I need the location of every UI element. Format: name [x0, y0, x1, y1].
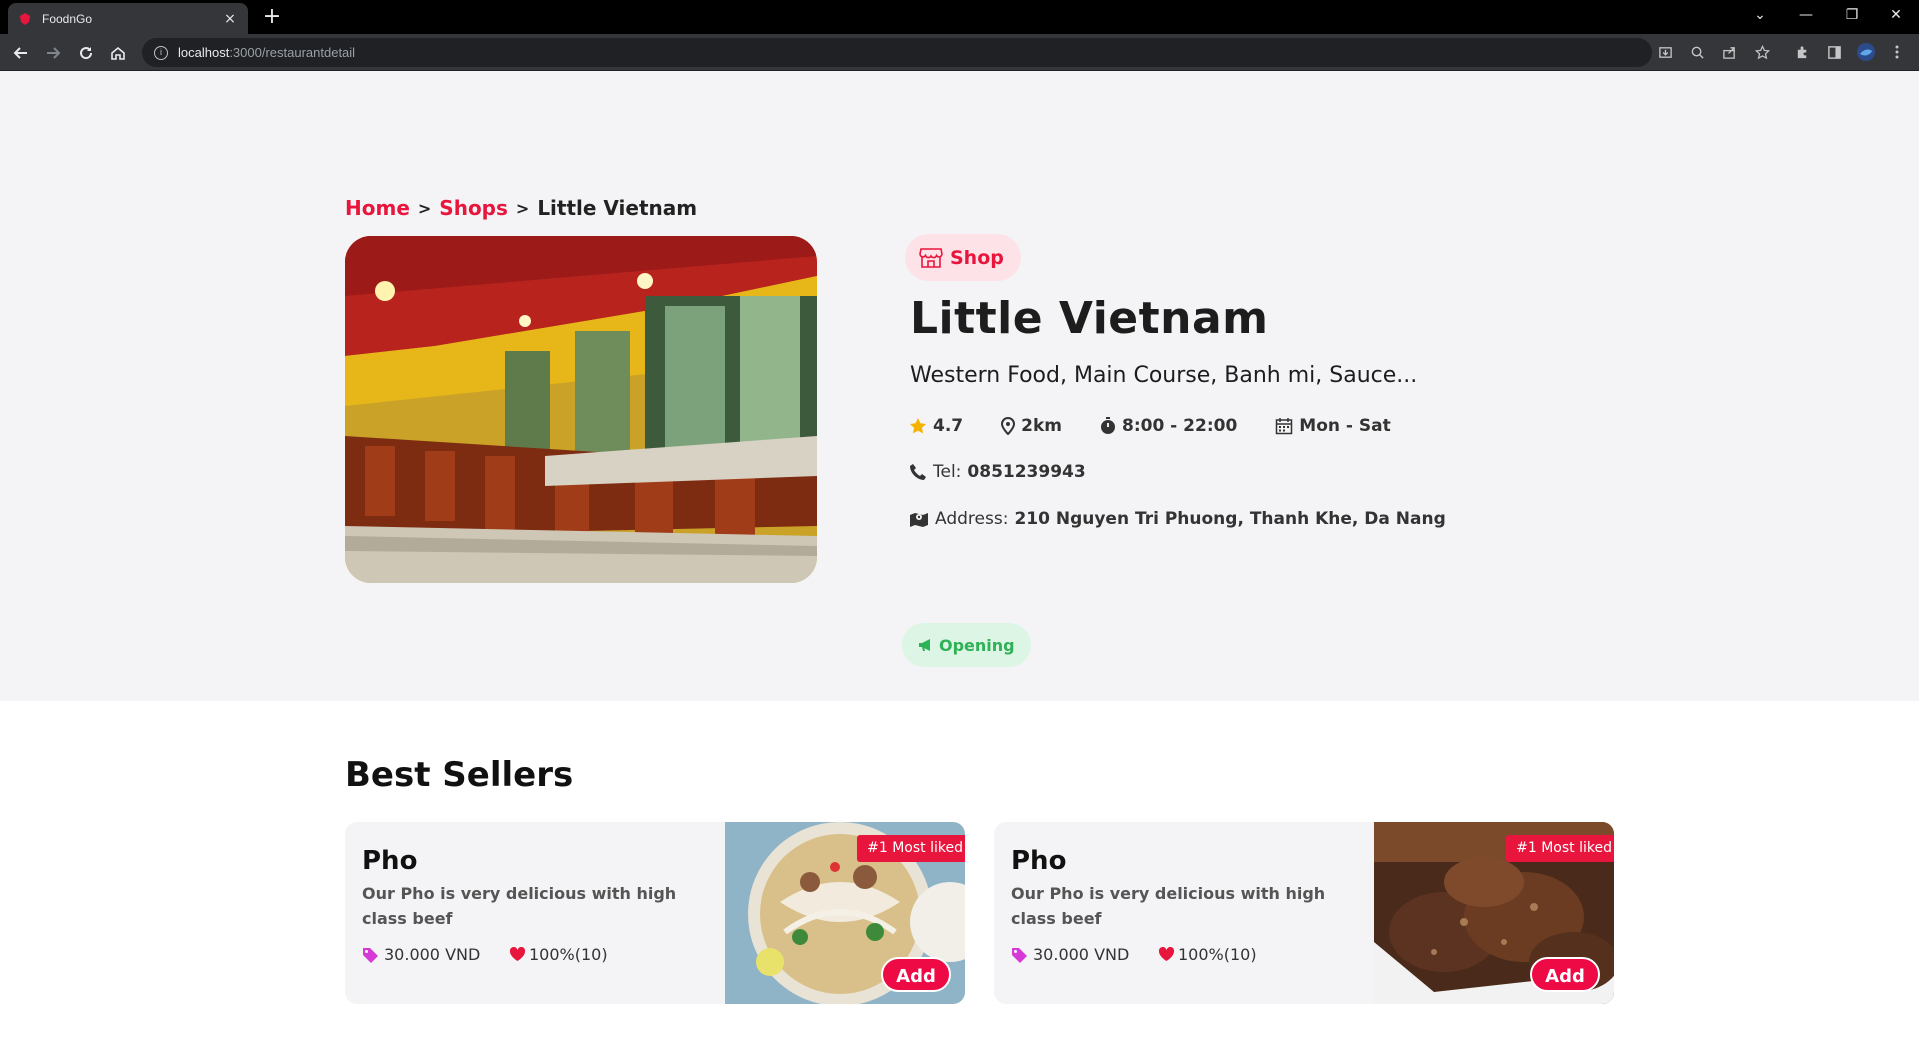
- hours: 8:00 - 22:00: [1100, 416, 1237, 436]
- tab-title: FoodnGo: [42, 11, 93, 26]
- add-to-cart-button[interactable]: Add: [881, 957, 951, 992]
- address-bar[interactable]: i localhost :3000/restaurantdetail: [142, 38, 1652, 67]
- address-value: 210 Nguyen Tri Phuong, Thanh Khe, Da Nan…: [1014, 509, 1446, 529]
- map-icon: [910, 513, 928, 527]
- close-window-button[interactable]: ✕: [1873, 0, 1919, 30]
- minimize-button[interactable]: —: [1783, 0, 1829, 30]
- breadcrumb-separator: >: [417, 198, 432, 218]
- back-icon[interactable]: [9, 41, 33, 65]
- star-icon: [909, 418, 927, 434]
- profile-avatar-icon[interactable]: [1856, 42, 1876, 62]
- status-text: Opening: [939, 635, 1015, 655]
- restaurant-photo: [345, 236, 817, 583]
- product-description: Our Pho is very delicious with high clas…: [1011, 884, 1326, 928]
- browser-tab[interactable]: FoodnGo ×: [8, 3, 248, 34]
- install-icon[interactable]: [1655, 42, 1675, 62]
- share-icon[interactable]: [1719, 42, 1739, 62]
- browser-tabbar: FoodnGo × + ⌄ — ❐ ✕: [0, 0, 1919, 34]
- product-likes: 100%(10): [509, 945, 608, 964]
- price-tag-icon: [363, 947, 378, 963]
- most-liked-tag: #1 Most liked: [1506, 835, 1614, 862]
- best-sellers-section: Best Sellers Pho Our Pho is very delicio…: [0, 701, 1919, 1038]
- product-likes: 100%(10): [1158, 945, 1257, 964]
- url-path: :3000/restaurantdetail: [229, 45, 356, 60]
- distance-value: 2km: [1021, 416, 1062, 436]
- bookmark-star-icon[interactable]: [1752, 42, 1772, 62]
- restore-button[interactable]: ❐: [1829, 0, 1875, 30]
- address-label: Address:: [935, 509, 1009, 529]
- site-info-icon[interactable]: i: [154, 45, 168, 60]
- restaurant-categories: Western Food, Main Course, Banh mi, Sauc…: [910, 363, 1418, 388]
- breadcrumb: Home > Shops > Little Vietnam: [345, 196, 697, 220]
- shop-badge: Shop: [905, 234, 1021, 281]
- storefront-icon: [919, 247, 943, 268]
- hours-value: 8:00 - 22:00: [1121, 416, 1238, 436]
- breadcrumb-shops-link[interactable]: Shops: [439, 196, 508, 220]
- rating: 4.7: [909, 416, 963, 436]
- menu-dots-icon[interactable]: [1887, 42, 1907, 62]
- product-price: 30.000 VND: [1011, 945, 1129, 964]
- browser-toolbar: i localhost :3000/restaurantdetail: [0, 34, 1919, 71]
- side-panel-icon[interactable]: [1824, 42, 1844, 62]
- phone-line: Tel: 0851239943: [909, 462, 1086, 482]
- phone-label: Tel:: [933, 462, 962, 482]
- days-value: Mon - Sat: [1299, 416, 1391, 436]
- rating-value: 4.7: [933, 416, 964, 436]
- url-host: localhost: [178, 45, 230, 60]
- stopwatch-icon: [1100, 417, 1115, 434]
- reload-icon[interactable]: [74, 41, 98, 65]
- restaurant-hero: Home > Shops > Little Vietnam Shop Littl…: [0, 71, 1919, 701]
- tab-close-icon[interactable]: ×: [222, 11, 238, 27]
- address-line: Address: 210 Nguyen Tri Phuong, Thanh Kh…: [909, 509, 1446, 529]
- breadcrumb-home-link[interactable]: Home: [345, 196, 410, 220]
- product-name: Pho: [1011, 846, 1067, 876]
- heart-icon: [509, 947, 526, 961]
- add-to-cart-button[interactable]: Add: [1530, 957, 1600, 992]
- breadcrumb-current: Little Vietnam: [537, 196, 698, 220]
- new-tab-button[interactable]: +: [260, 5, 284, 29]
- forward-icon[interactable]: [41, 41, 65, 65]
- zoom-icon[interactable]: [1687, 42, 1707, 62]
- most-liked-tag: #1 Most liked: [857, 835, 965, 862]
- product-description: Our Pho is very delicious with high clas…: [362, 884, 677, 928]
- restaurant-meta: 4.7 2km 8:00 - 22:00 Mon - Sat: [909, 416, 1429, 436]
- phone-number[interactable]: 0851239943: [967, 462, 1085, 482]
- product-price: 30.000 VND: [362, 945, 480, 964]
- location-pin-icon: [1001, 417, 1016, 435]
- status-badge: Opening: [902, 623, 1031, 667]
- section-title: Best Sellers: [345, 755, 574, 795]
- heart-icon: [1158, 947, 1175, 961]
- phone-icon: [910, 464, 926, 480]
- product-card[interactable]: Pho Our Pho is very delicious with high …: [345, 822, 965, 1004]
- restaurant-name: Little Vietnam: [910, 293, 1269, 344]
- tab-search-icon[interactable]: ⌄: [1737, 0, 1783, 30]
- extensions-icon[interactable]: [1792, 42, 1812, 62]
- foodngo-favicon-icon: [20, 12, 30, 25]
- home-icon[interactable]: [106, 41, 130, 65]
- breadcrumb-separator: >: [515, 198, 530, 218]
- product-card[interactable]: Pho Our Pho is very delicious with high …: [994, 822, 1614, 1004]
- price-tag-icon: [1012, 947, 1027, 963]
- shop-badge-label: Shop: [950, 246, 1004, 269]
- distance: 2km: [1001, 416, 1062, 436]
- megaphone-icon: [919, 639, 930, 651]
- days: Mon - Sat: [1275, 416, 1391, 436]
- calendar-icon: [1276, 418, 1293, 435]
- product-name: Pho: [362, 846, 418, 876]
